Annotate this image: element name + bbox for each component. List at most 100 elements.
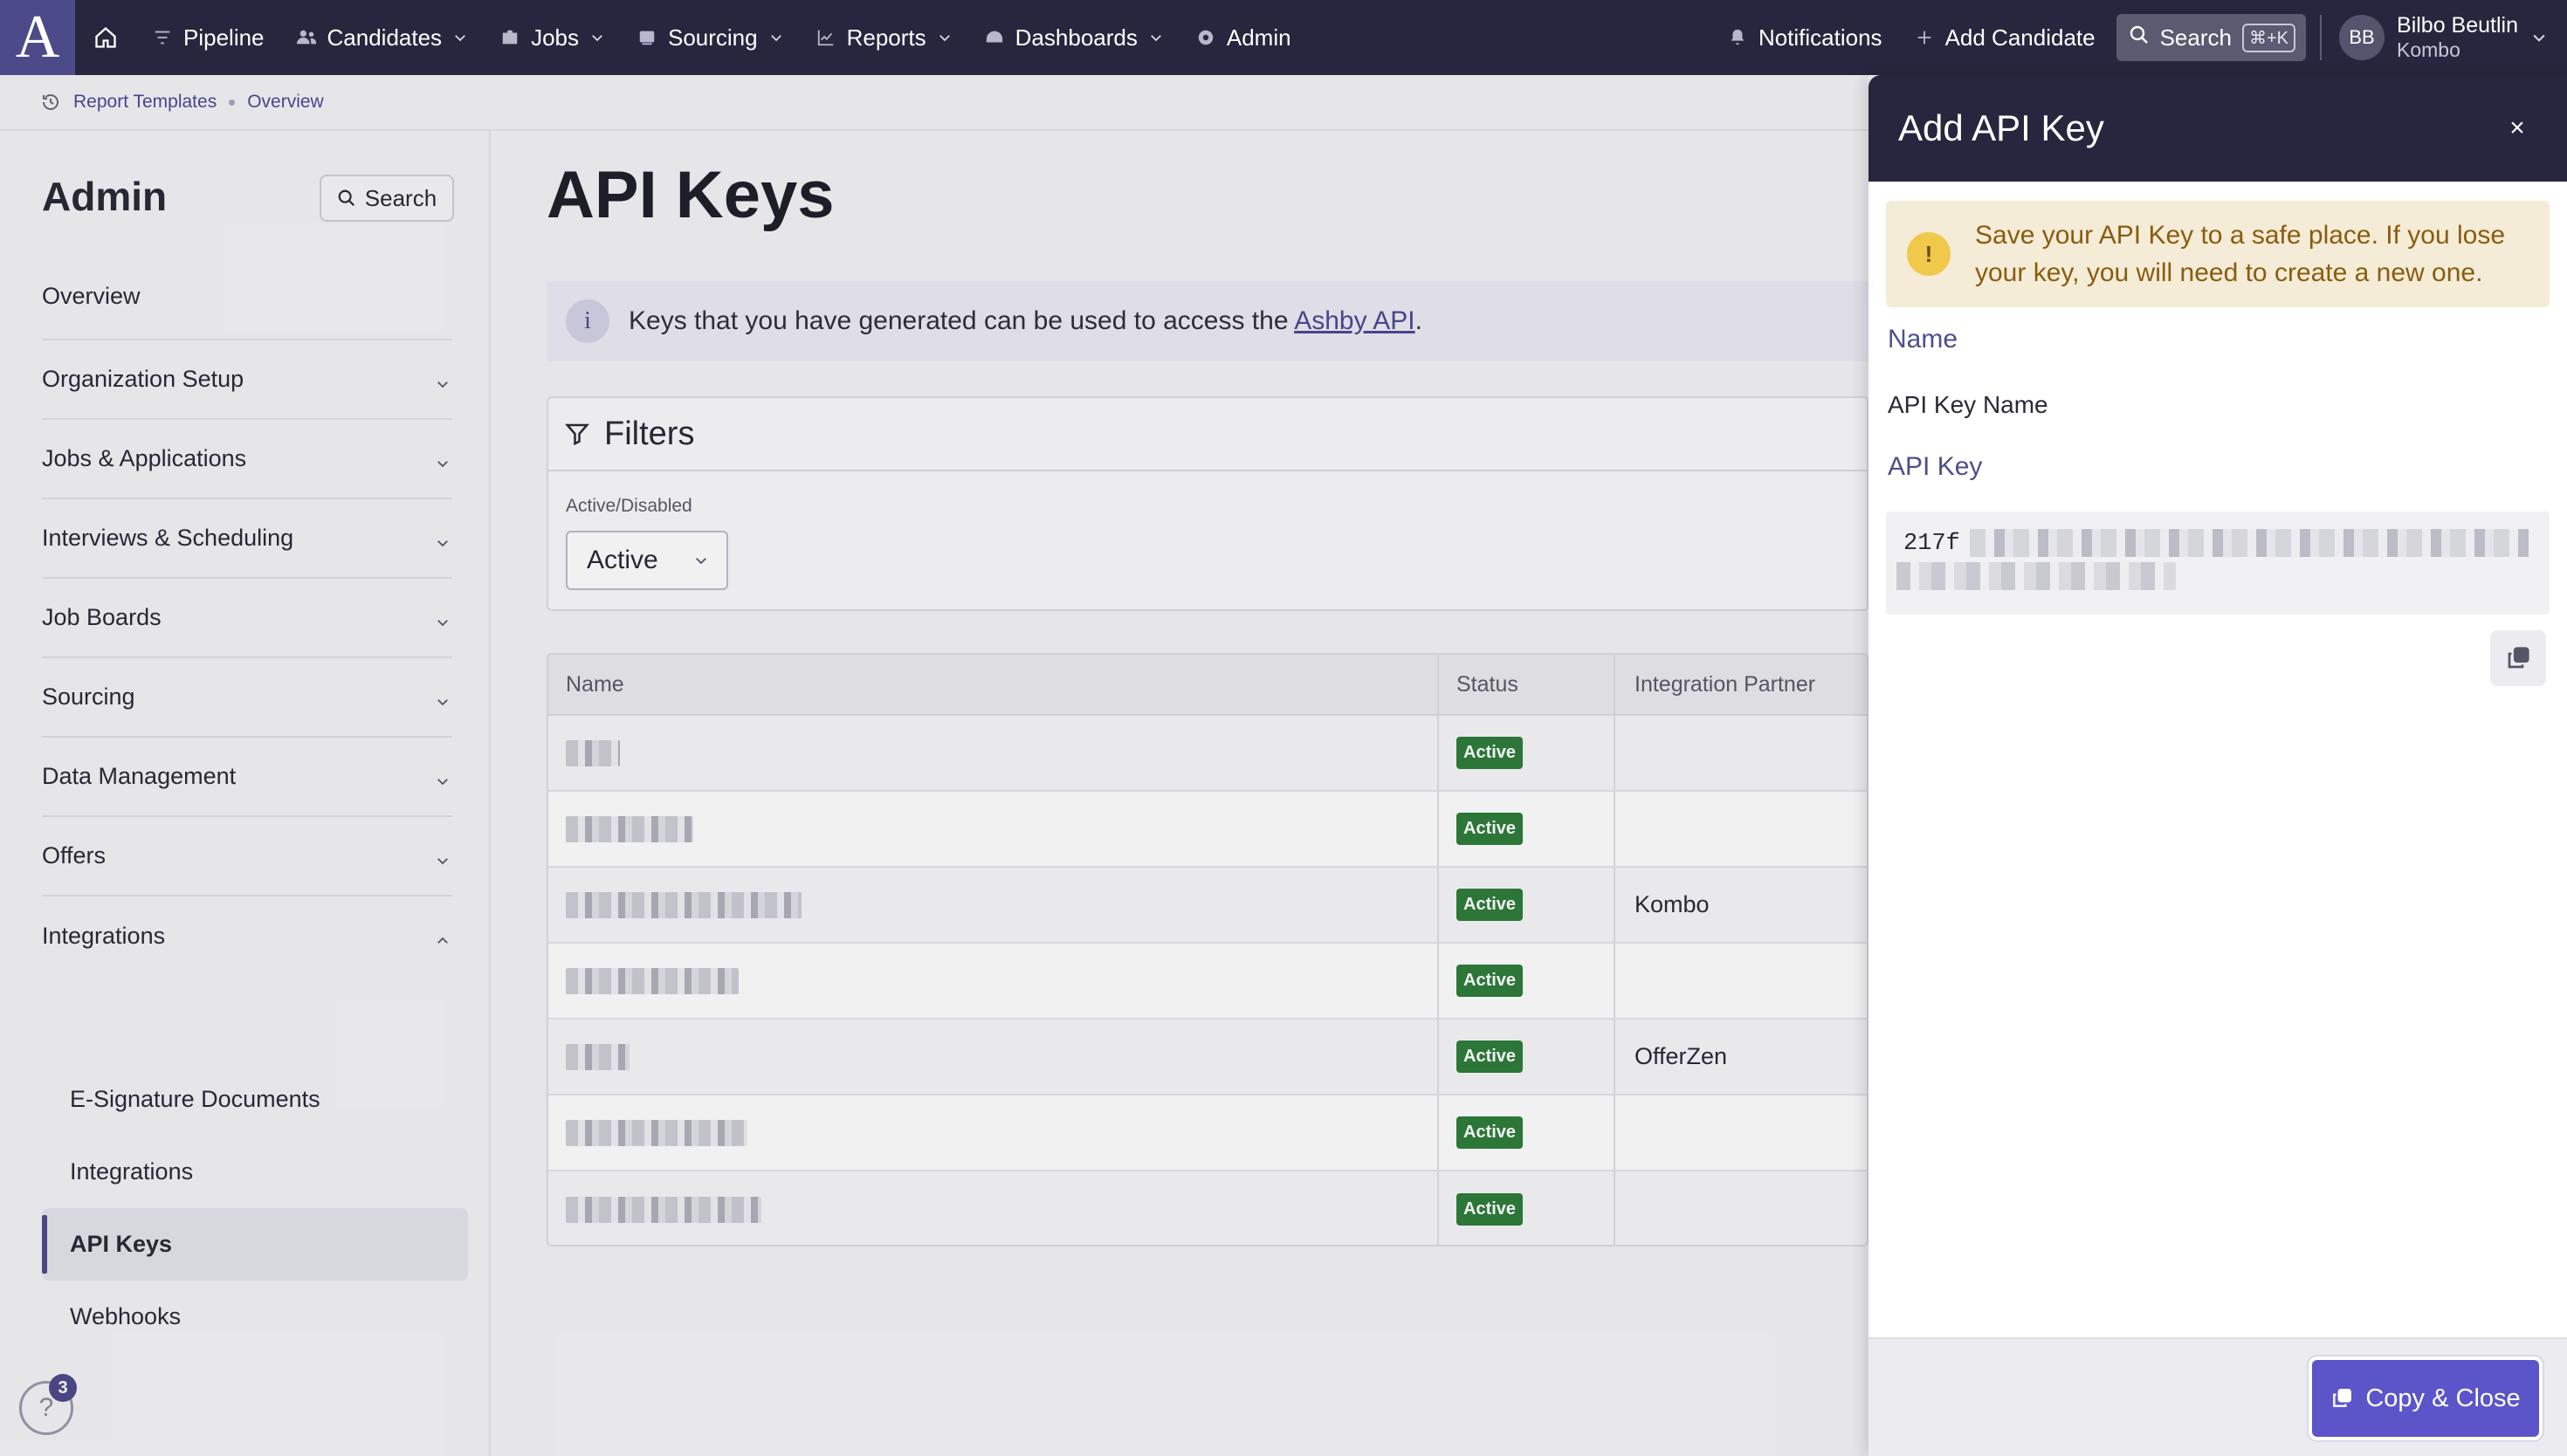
filter-icon (152, 27, 173, 48)
row-integration-partner (1615, 792, 1867, 866)
status-badge: Active (1456, 1116, 1524, 1149)
table-body: Active Active Active Kombo Active Active Offer… (548, 716, 1867, 1245)
breadcrumb-overview[interactable]: Overview (247, 92, 324, 113)
api-key-prefix: 217f (1903, 531, 1960, 557)
top-navigation: A Pipeline Candidates Jobs Sourcing Reports D… (0, 0, 2567, 75)
sidebar-item-offers[interactable]: Offers (42, 817, 452, 896)
nav-item-admin[interactable]: Admin (1180, 0, 1307, 75)
nav-item-label: Jobs (531, 24, 579, 51)
chart-icon (816, 27, 836, 48)
chevron-down-icon (435, 689, 452, 706)
breadcrumb-report-templates[interactable]: Report Templates (73, 92, 217, 113)
sidebar-item-job-boards[interactable]: Job Boards (42, 579, 452, 658)
sidebar-item-organization-setup[interactable]: Organization Setup (42, 340, 452, 420)
bell-icon (1727, 27, 1748, 48)
filter-icon (564, 423, 590, 446)
chevron-down-icon (435, 609, 452, 627)
chevron-down-icon (768, 30, 784, 45)
row-integration-partner: OfferZen (1634, 1043, 1728, 1069)
people-icon (296, 27, 317, 48)
copy-key-button[interactable] (2490, 630, 2546, 686)
nav-item-label: Candidates (327, 24, 443, 51)
chevron-down-icon (435, 848, 452, 865)
user-avatar[interactable]: BB (2339, 15, 2385, 60)
sidebar-title: Admin (42, 174, 168, 219)
nav-item-pipeline[interactable]: Pipeline (136, 0, 280, 75)
sidebar-item-label: Sourcing (42, 683, 135, 710)
ashby-logo[interactable]: A (0, 0, 75, 75)
column-status[interactable]: Status (1439, 655, 1615, 714)
user-menu[interactable]: Bilbo Beutlin Kombo (2397, 13, 2518, 61)
name-field-value[interactable]: API Key Name (1888, 391, 2048, 419)
sidebar-item-interviews-scheduling[interactable]: Interviews & Scheduling (42, 499, 452, 579)
row-name (548, 1095, 1439, 1170)
global-search-button[interactable]: Search ⌘+K (2116, 14, 2307, 61)
sidebar-subitem-label: Integrations (70, 1158, 194, 1185)
active-status-select[interactable]: Active (566, 531, 728, 590)
sidebar-subitem-e-signature-documents[interactable]: E-Signature Documents (42, 1063, 468, 1136)
redacted-name (566, 739, 620, 766)
sidebar-search-label: Search (364, 184, 437, 211)
sidebar-subitem-label: Webhooks (70, 1303, 182, 1329)
nav-item-sourcing[interactable]: Sourcing (621, 0, 800, 75)
active-status-value: Active (587, 546, 658, 574)
table-row[interactable]: Active (548, 1171, 1867, 1245)
nav-item-jobs[interactable]: Jobs (484, 0, 621, 75)
close-icon[interactable]: × (2502, 113, 2532, 143)
chevron-down-icon (696, 558, 706, 565)
sidebar-item-sourcing[interactable]: Sourcing (42, 658, 452, 738)
status-badge: Active (1456, 1040, 1524, 1073)
add-candidate-button[interactable]: Add Candidate (1898, 0, 2111, 75)
sidebar-subitem-api-keys[interactable]: API Keys (42, 1208, 468, 1281)
status-badge: Active (1456, 889, 1524, 921)
api-key-redacted (1970, 529, 2529, 557)
chevron-down-icon[interactable] (2530, 29, 2548, 46)
copy-and-close-button[interactable]: Copy & Close (2309, 1356, 2543, 1440)
row-name (548, 1020, 1439, 1094)
sidebar-item-overview[interactable]: Overview (42, 253, 452, 340)
info-text: Keys that you have generated can be used… (629, 306, 1422, 335)
redacted-name (566, 967, 739, 994)
api-key-field-label: API Key (1888, 452, 1983, 481)
table-row[interactable]: Active (548, 944, 1867, 1020)
table-row[interactable]: Active (548, 792, 1867, 868)
sidebar-subitem-webhooks[interactable]: Webhooks (42, 1281, 468, 1353)
row-name (548, 944, 1439, 1018)
info-banner: i Keys that you have generated can be us… (547, 281, 1868, 361)
add-candidate-label: Add Candidate (1944, 24, 2096, 51)
sidebar-subitem-integrations[interactable]: Integrations (42, 1136, 468, 1208)
sidebar-item-label: Overview (42, 282, 141, 309)
table-row[interactable]: Active (548, 1095, 1867, 1171)
filters-header[interactable]: Filters (548, 398, 1867, 471)
warning-text: Save your API Key to a safe place. If yo… (1975, 220, 2506, 288)
column-name[interactable]: Name (548, 655, 1439, 714)
redacted-name (566, 891, 802, 918)
sidebar-search-button[interactable]: Search (320, 175, 454, 222)
chevron-down-icon (435, 371, 452, 388)
home-icon[interactable] (75, 0, 136, 75)
drawer-footer: Copy & Close (1868, 1337, 2567, 1456)
sidebar-item-label: Job Boards (42, 604, 162, 630)
notifications-button[interactable]: Notifications (1711, 0, 1898, 75)
nav-item-candidates[interactable]: Candidates (280, 0, 485, 75)
api-key-redacted (1896, 562, 2176, 590)
sidebar-item-jobs-applications[interactable]: Jobs & Applications (42, 420, 452, 499)
sidebar-subitem-label: API Keys (70, 1231, 173, 1257)
sidebar-item-data-management[interactable]: Data Management (42, 738, 452, 817)
api-key-value[interactable]: 217f (1886, 512, 2550, 615)
nav-item-reports[interactable]: Reports (800, 0, 968, 75)
sidebar-subitem-label: E-Signature Documents (70, 1086, 320, 1112)
nav-item-label: Admin (1226, 24, 1291, 51)
row-status: Active (1439, 716, 1615, 790)
table-row[interactable]: Active (548, 716, 1867, 792)
ashby-api-link[interactable]: Ashby API (1294, 306, 1414, 335)
table-row[interactable]: Active Kombo (548, 868, 1867, 944)
drawer-header: Add API Key × (1868, 75, 2567, 182)
history-icon[interactable] (40, 92, 61, 113)
search-icon (338, 189, 354, 207)
column-integration-partner[interactable]: Integration Partner (1615, 655, 1867, 714)
row-status: Active (1439, 1020, 1615, 1094)
sidebar-item-integrations[interactable]: Integrations (42, 896, 452, 976)
nav-item-dashboards[interactable]: Dashboards (968, 0, 1180, 75)
table-row[interactable]: Active OfferZen (548, 1020, 1867, 1095)
